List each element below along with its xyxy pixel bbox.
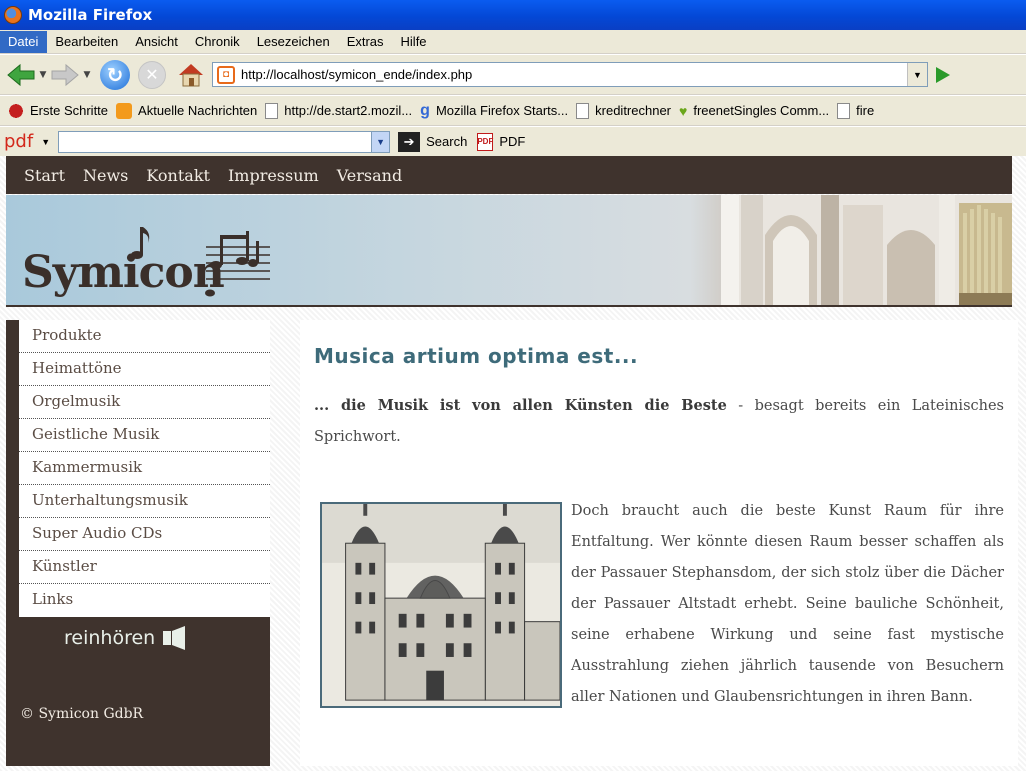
- home-icon[interactable]: [176, 60, 206, 90]
- navigation-toolbar: ▼ ▼ ↻ ✕ ◘ http://localhost/symicon_ende/…: [0, 55, 1026, 95]
- site-header-banner: Symicon: [6, 195, 1012, 307]
- search-button[interactable]: Search: [426, 134, 467, 149]
- pdf-search-input[interactable]: ▼: [58, 130, 391, 153]
- back-arrow-icon[interactable]: [6, 59, 36, 91]
- sidebar-item-heimattoene[interactable]: Heimattöne: [19, 353, 270, 386]
- bookmarks-toolbar: Erste Schritte Aktuelle Nachrichten http…: [0, 96, 1026, 126]
- bookmark-fire[interactable]: fire: [837, 102, 875, 119]
- menu-hilfe[interactable]: Hilfe: [393, 31, 436, 53]
- url-dropdown-icon[interactable]: ▼: [907, 63, 927, 86]
- sidebar-item-unterhaltungsmusik[interactable]: Unterhaltungsmusik: [19, 485, 270, 518]
- bookmark-label: Mozilla Firefox Starts...: [435, 103, 569, 118]
- passau-cathedral-image: [320, 502, 562, 708]
- bookmark-label: kreditrechner: [595, 103, 672, 118]
- bookmark-erste-schritte[interactable]: Erste Schritte: [8, 102, 109, 119]
- speaker-icon: [163, 626, 189, 650]
- reinhoeren-label: reinhören: [64, 627, 156, 649]
- stop-icon[interactable]: ✕: [138, 60, 166, 89]
- web-page: Start News Kontakt Impressum Versand Sym…: [0, 156, 1026, 771]
- bookmark-kreditrechner[interactable]: kreditrechner: [576, 102, 672, 119]
- bookmark-aktuelle-nachrichten[interactable]: Aktuelle Nachrichten: [116, 102, 258, 119]
- bookmark-label: freenetSingles Comm...: [693, 103, 830, 118]
- bookmark-firefox-start[interactable]: g Mozilla Firefox Starts...: [420, 101, 569, 119]
- site-favicon-icon: ◘: [217, 65, 235, 84]
- body-paragraph: Doch braucht auch die beste Kunst Raum f…: [314, 496, 1004, 713]
- menu-chronik[interactable]: Chronik: [187, 31, 249, 53]
- intro-paragraph: ... die Musik ist von allen Künsten die …: [314, 390, 1004, 453]
- firefox-bookmark-icon: [8, 102, 24, 119]
- bookmark-label: fire: [856, 103, 875, 118]
- sidebar-item-super-audio-cds[interactable]: Super Audio CDs: [19, 518, 270, 551]
- menu-lesezeichen[interactable]: Lesezeichen: [249, 31, 339, 53]
- bookmark-start2[interactable]: http://de.start2.mozil...: [265, 102, 413, 119]
- menu-bearbeiten[interactable]: Bearbeiten: [47, 31, 127, 53]
- page-icon: [576, 102, 590, 119]
- bookmark-freenet-singles[interactable]: ♥ freenetSingles Comm...: [679, 103, 829, 119]
- page-icon: [265, 102, 279, 119]
- menu-datei[interactable]: Datei: [0, 30, 48, 53]
- body-text: Doch braucht auch die beste Kunst Raum f…: [571, 503, 1004, 705]
- intro-bold-text: ... die Musik ist von allen Künsten die …: [314, 397, 727, 414]
- nav-kontakt[interactable]: Kontakt: [146, 166, 210, 185]
- sidebar-item-produkte[interactable]: Produkte: [19, 320, 270, 353]
- church-interior-image: [721, 195, 1012, 305]
- window-titlebar: Mozilla Firefox: [0, 0, 1026, 30]
- url-bar[interactable]: ◘ http://localhost/symicon_ende/index.ph…: [212, 62, 928, 87]
- logo-text: Symicon: [22, 247, 224, 298]
- symicon-logo[interactable]: Symicon: [20, 225, 282, 303]
- nav-versand[interactable]: Versand: [337, 166, 403, 185]
- menu-ansicht[interactable]: Ansicht: [127, 31, 187, 53]
- pdf-logo[interactable]: pdf: [4, 131, 33, 152]
- url-text[interactable]: http://localhost/symicon_ende/index.php: [241, 67, 472, 82]
- pdf-file-icon[interactable]: PDF: [477, 132, 494, 151]
- reload-icon[interactable]: ↻: [100, 59, 130, 90]
- reinhoeren-button[interactable]: reinhören: [64, 626, 189, 650]
- site-top-navigation: Start News Kontakt Impressum Versand: [6, 156, 1012, 194]
- pdf-toolbar: pdf ▼ ▼ ➔ Search PDF PDF: [0, 127, 1026, 156]
- nav-impressum[interactable]: Impressum: [228, 166, 319, 185]
- menu-bar: Datei Bearbeiten Ansicht Chronik Lesezei…: [0, 30, 1026, 54]
- bookmark-label: Erste Schritte: [30, 103, 109, 118]
- forward-history-dropdown-icon[interactable]: ▼: [80, 70, 94, 80]
- nav-start[interactable]: Start: [24, 166, 65, 185]
- forward-arrow-icon[interactable]: [50, 59, 80, 91]
- bookmark-label: http://de.start2.mozil...: [284, 103, 413, 118]
- menu-extras[interactable]: Extras: [339, 31, 393, 53]
- pdf-button[interactable]: PDF: [499, 134, 525, 149]
- page-icon: [837, 102, 851, 119]
- go-arrow-icon[interactable]: [936, 66, 950, 83]
- search-arrow-icon[interactable]: ➔: [398, 131, 421, 152]
- sidebar: Produkte Heimattöne Orgelmusik Geistlich…: [6, 320, 270, 766]
- sidebar-item-links[interactable]: Links: [19, 584, 270, 617]
- heart-icon: ♥: [679, 102, 688, 119]
- sidebar-item-kammermusik[interactable]: Kammermusik: [19, 452, 270, 485]
- pdf-search-dropdown-icon[interactable]: ▼: [371, 131, 390, 152]
- sidebar-menu: Produkte Heimattöne Orgelmusik Geistlich…: [19, 320, 270, 617]
- sidebar-item-orgelmusik[interactable]: Orgelmusik: [19, 386, 270, 419]
- nav-news[interactable]: News: [83, 166, 128, 185]
- google-icon: g: [420, 101, 430, 119]
- copyright-text: © Symicon GdbR: [20, 706, 144, 722]
- pdf-menu-dropdown-icon[interactable]: ▼: [41, 137, 50, 147]
- bookmark-label: Aktuelle Nachrichten: [138, 103, 258, 118]
- firefox-logo-icon: [4, 6, 22, 24]
- page-heading: Musica artium optima est...: [314, 344, 639, 368]
- window-title: Mozilla Firefox: [28, 6, 153, 24]
- sidebar-item-geistliche-musik[interactable]: Geistliche Musik: [19, 419, 270, 452]
- sidebar-item-kuenstler[interactable]: Künstler: [19, 551, 270, 584]
- main-content: Musica artium optima est... ... die Musi…: [300, 320, 1018, 766]
- rss-icon: [116, 102, 133, 119]
- back-history-dropdown-icon[interactable]: ▼: [36, 70, 50, 80]
